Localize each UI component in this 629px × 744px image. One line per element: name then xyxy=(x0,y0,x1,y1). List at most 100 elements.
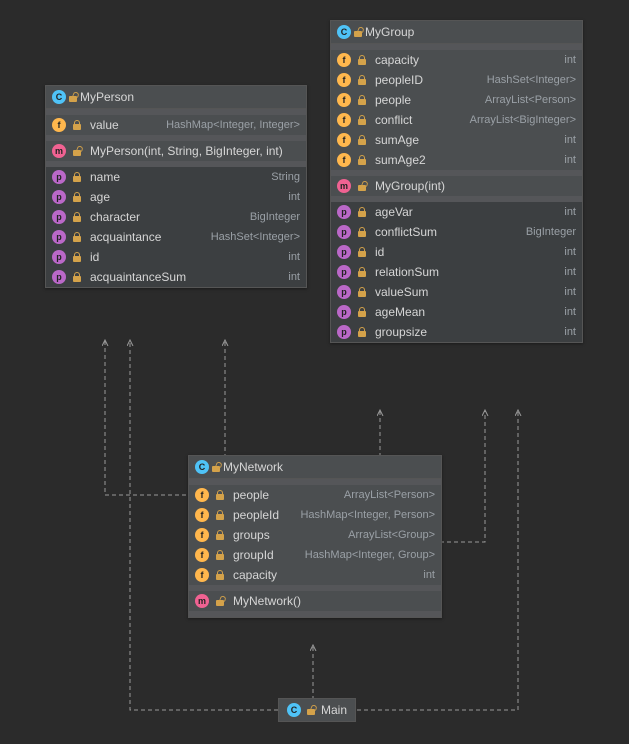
field-row: fpeopleArrayList<Person> xyxy=(331,90,582,110)
field-row: fgroupIdHashMap<Integer, Group> xyxy=(189,545,441,565)
class-title: MyPerson xyxy=(80,90,134,104)
member-type: int xyxy=(564,326,576,338)
member-type: BigInteger xyxy=(526,226,576,238)
class-icon: C xyxy=(52,90,66,104)
member-name: relationSum xyxy=(375,265,439,279)
property-icon: p xyxy=(337,305,351,319)
property-row: prelationSumint xyxy=(331,262,582,282)
class-title: MyNetwork xyxy=(223,460,283,474)
member-name: character xyxy=(90,210,140,224)
method-icon: m xyxy=(337,179,351,193)
property-icon: p xyxy=(52,230,66,244)
field-row: fpeopleIDHashSet<Integer> xyxy=(331,70,582,90)
member-type: String xyxy=(271,171,300,183)
property-icon: p xyxy=(52,210,66,224)
member-type: ArrayList<Person> xyxy=(344,489,435,501)
member-type: int xyxy=(288,191,300,203)
class-header: C MyGroup xyxy=(331,21,582,44)
lock-icon xyxy=(72,272,82,282)
property-row: p age int xyxy=(46,187,306,207)
member-type: int xyxy=(423,569,435,581)
member-name: groupsize xyxy=(375,325,427,339)
field-icon: f xyxy=(337,73,351,87)
member-name: conflict xyxy=(375,113,412,127)
lock-icon xyxy=(72,172,82,182)
field-icon: f xyxy=(337,53,351,67)
field-row: fpeopleIdHashMap<Integer, Person> xyxy=(189,505,441,525)
property-row: pvalueSumint xyxy=(331,282,582,302)
lock-icon xyxy=(357,247,367,257)
member-type: int xyxy=(564,286,576,298)
property-icon: p xyxy=(337,225,351,239)
member-name: id xyxy=(90,250,99,264)
property-row: p ageMean int xyxy=(331,302,582,322)
property-icon: p xyxy=(52,270,66,284)
property-row: p character BigInteger xyxy=(46,207,306,227)
property-icon: p xyxy=(52,250,66,264)
property-icon: p xyxy=(337,205,351,219)
field-row: f groups ArrayList<Group> xyxy=(189,525,441,545)
lock-icon xyxy=(72,232,82,242)
field-row: f people ArrayList<Person> xyxy=(189,485,441,505)
member-name: groups xyxy=(233,528,270,542)
unlock-icon xyxy=(353,27,363,37)
member-type: HashSet<Integer> xyxy=(211,231,300,243)
member-type: int xyxy=(564,134,576,146)
class-myperson[interactable]: C MyPerson f value HashMap<Integer, Inte… xyxy=(45,85,307,288)
member-name: sumAge xyxy=(375,133,419,147)
field-row: fsumAge2int xyxy=(331,150,582,170)
lock-icon xyxy=(215,550,225,560)
property-row: pidint xyxy=(331,242,582,262)
member-type: int xyxy=(564,54,576,66)
member-type: ArrayList<Person> xyxy=(485,94,576,106)
member-name: people xyxy=(233,488,269,502)
member-type: int xyxy=(564,306,576,318)
member-name: age xyxy=(90,190,110,204)
field-row: fcapacityint xyxy=(331,50,582,70)
member-name: groupId xyxy=(233,548,274,562)
field-row: f value HashMap<Integer, Integer> xyxy=(46,115,306,135)
property-row: pidint xyxy=(46,247,306,267)
class-mygroup[interactable]: C MyGroup fcapacityintfpeopleIDHashSet<I… xyxy=(330,20,583,343)
unlock-icon xyxy=(215,596,225,606)
class-main[interactable]: C Main xyxy=(278,698,356,722)
property-icon: p xyxy=(337,265,351,279)
member-type: int xyxy=(564,246,576,258)
lock-icon xyxy=(357,135,367,145)
member-type: ArrayList<Group> xyxy=(348,529,435,541)
member-type: HashSet<Integer> xyxy=(487,74,576,86)
field-icon: f xyxy=(195,488,209,502)
class-icon: C xyxy=(337,25,351,39)
class-mynetwork[interactable]: C MyNetwork f people ArrayList<Person> fpeo… xyxy=(188,455,442,618)
member-type: BigInteger xyxy=(250,211,300,223)
lock-icon xyxy=(357,95,367,105)
field-icon: f xyxy=(195,528,209,542)
field-row: fcapacityint xyxy=(189,565,441,585)
lock-icon xyxy=(357,287,367,297)
class-title: MyGroup xyxy=(365,25,414,39)
property-row: pgroupsizeint xyxy=(331,322,582,342)
unlock-icon xyxy=(211,462,221,472)
field-icon: f xyxy=(52,118,66,132)
field-icon: f xyxy=(337,133,351,147)
lock-icon xyxy=(357,155,367,165)
lock-icon xyxy=(72,212,82,222)
field-icon: f xyxy=(337,153,351,167)
lock-icon xyxy=(215,570,225,580)
member-type: HashMap<Integer, Person> xyxy=(300,509,435,521)
lock-icon xyxy=(215,490,225,500)
member-name: people xyxy=(375,93,411,107)
method-icon: m xyxy=(195,594,209,608)
member-name: acquaintanceSum xyxy=(90,270,186,284)
member-name: ageMean xyxy=(375,305,425,319)
lock-icon xyxy=(72,192,82,202)
property-row: pacquaintanceSumint xyxy=(46,267,306,287)
class-icon: C xyxy=(195,460,209,474)
member-type: int xyxy=(564,154,576,166)
unlock-icon xyxy=(68,92,78,102)
property-icon: p xyxy=(52,190,66,204)
property-row: pageVarint xyxy=(331,202,582,222)
lock-icon xyxy=(357,207,367,217)
property-icon: p xyxy=(337,245,351,259)
unlock-icon xyxy=(72,146,82,156)
